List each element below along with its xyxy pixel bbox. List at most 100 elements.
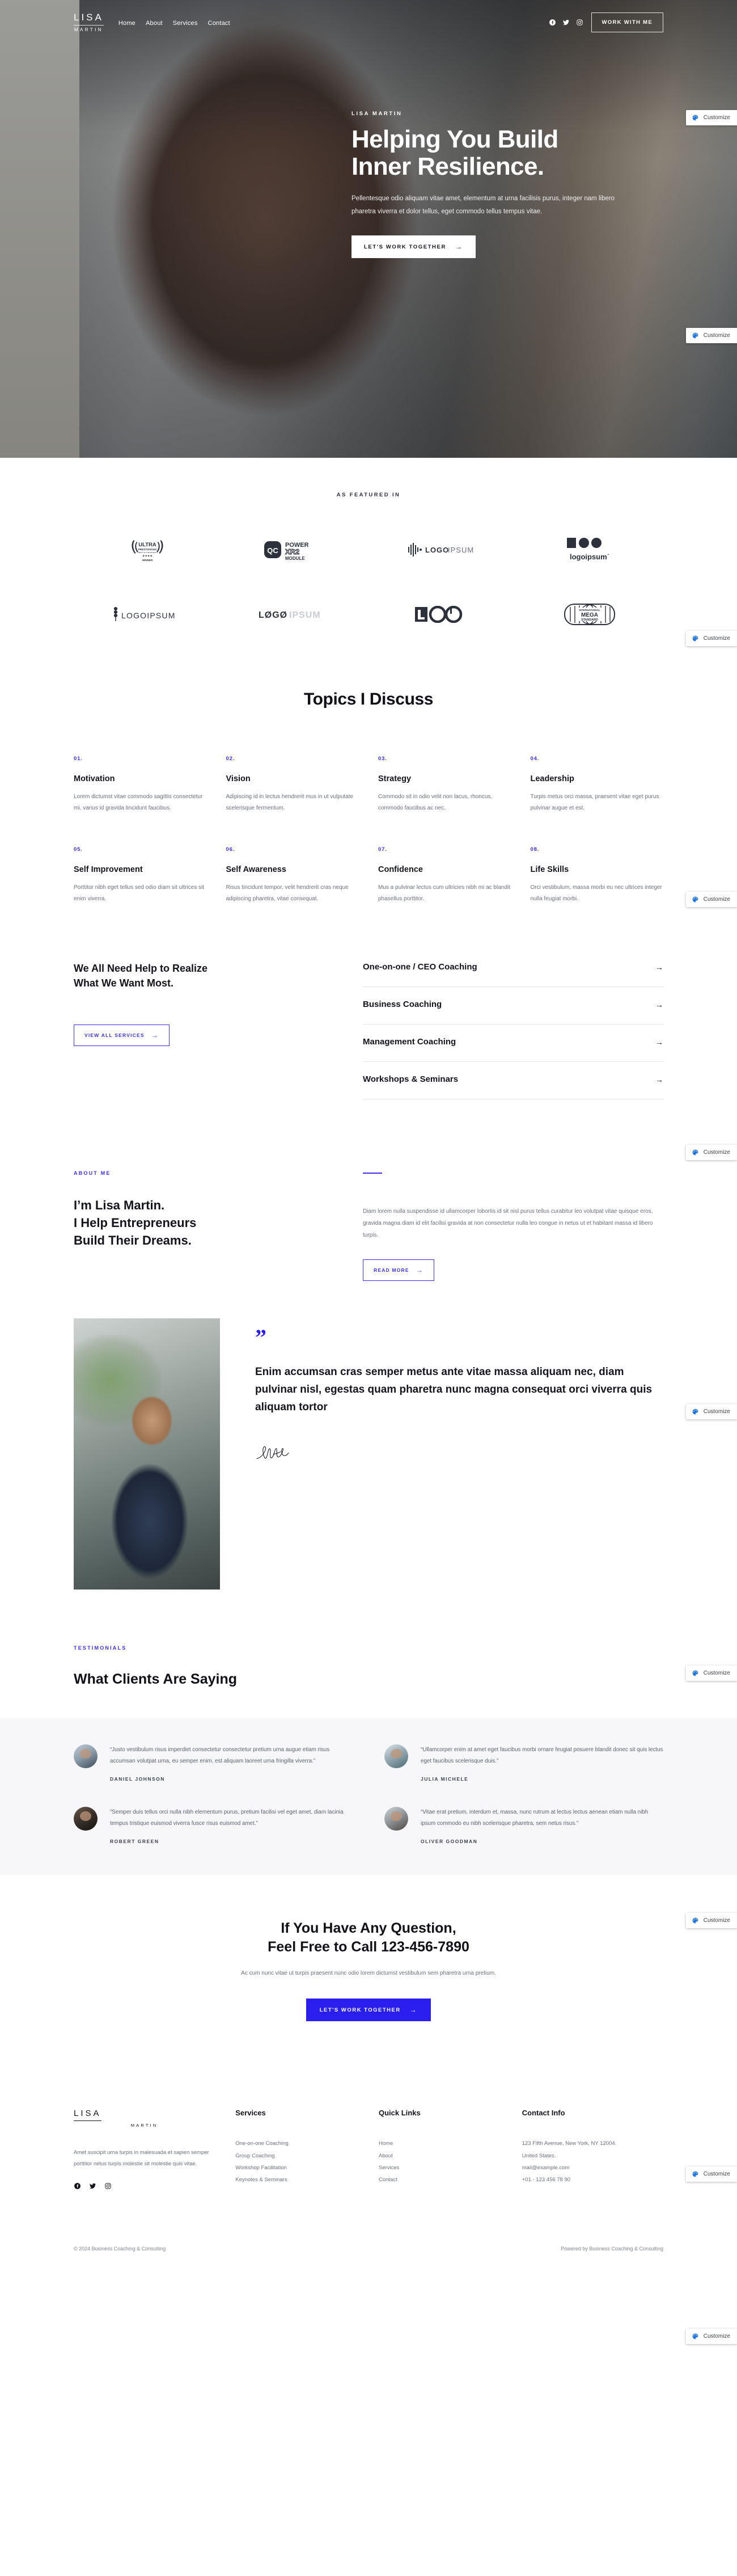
customize-badge[interactable]: Customize [685, 328, 737, 343]
customize-label: Customize [703, 896, 730, 903]
arrow-right-icon: → [455, 243, 463, 251]
footer-link[interactable]: Home [379, 2137, 502, 2149]
customize-badge[interactable]: Customize [685, 1913, 737, 1928]
customize-badge[interactable]: Customize [685, 110, 737, 125]
instagram-icon[interactable] [104, 2182, 112, 2193]
customize-badge[interactable]: Customize [685, 2329, 737, 2344]
footer-link[interactable]: Workshop Facilitation [235, 2162, 358, 2174]
customize-badge[interactable]: Customize [685, 1666, 737, 1681]
customize-badge[interactable]: Customize [685, 1404, 737, 1419]
footer-brand-column: LISA MARTIN Amet suscipit urna turpis in… [74, 2109, 215, 2192]
nav-item-about[interactable]: About [146, 20, 163, 27]
page-root: LISA MARTIN Home About Services Contact [0, 0, 737, 2344]
cta-section: If You Have Any Question, Feel Free to C… [0, 1875, 737, 2182]
hero-cta-button[interactable]: LET'S WORK TOGETHER → [351, 235, 476, 259]
palette-icon [692, 332, 698, 339]
customize-badge[interactable]: Customize [685, 2166, 737, 2182]
service-item-management-coaching[interactable]: Management Coaching → [363, 1025, 663, 1062]
avatar [74, 1744, 98, 1768]
about-title: I’m Lisa Martin. I Help Entrepreneurs Bu… [74, 1196, 317, 1250]
topic-card: 03. Strategy Commodo sit in odio velit n… [378, 756, 511, 813]
hero-title: Helping You Build Inner Resilience. [351, 126, 669, 180]
facebook-icon[interactable] [74, 2182, 81, 2193]
quote-section: ” Enim accumsan cras semper metus ante v… [0, 1298, 737, 1681]
svg-text:STANDARD: STANDARD [581, 618, 598, 622]
topic-number: 05. [74, 846, 83, 853]
twitter-icon[interactable] [89, 2182, 96, 2193]
powered-by-text: Powered by Business Coaching & Consultin… [561, 2245, 663, 2252]
service-item-workshops-seminars[interactable]: Workshops & Seminars → [363, 1062, 663, 1099]
footer-contact-address: 123 Fifth Avenue, New York, NY 12004. [522, 2140, 617, 2147]
cta-title-line1: If You Have Any Question, [281, 1920, 456, 1937]
svg-text:XR2: XR2 [285, 547, 299, 556]
footer-column-heading: Services [235, 2109, 266, 2118]
instagram-icon[interactable] [576, 19, 583, 26]
testimonial-quote: “Ullamcorper enim at amet eget faucibus … [421, 1747, 663, 1765]
logoipsum-bars-logo: LOGO IPSUM [408, 537, 476, 563]
footer-contact-email[interactable]: mail@example.com [522, 2162, 663, 2174]
footer-link[interactable]: One-on-one Coaching [235, 2137, 358, 2149]
work-with-me-button[interactable]: WORK WITH ME [591, 12, 663, 32]
svg-text:WINNER: WINNER [142, 559, 153, 562]
customize-badge[interactable]: Customize [685, 631, 737, 646]
testimonial-card: “Vitae erat pretium, interdum et, massa,… [384, 1807, 663, 1844]
twitter-icon[interactable] [562, 19, 570, 26]
service-label: Workshops & Seminars [363, 1074, 459, 1084]
arrow-right-icon: → [655, 1037, 663, 1047]
customize-label: Customize [703, 1409, 730, 1415]
palette-icon [692, 115, 698, 121]
footer-link[interactable]: Group Coaching [235, 2150, 358, 2162]
site-logo[interactable]: LISA MARTIN [74, 12, 104, 32]
palette-icon [692, 635, 698, 642]
footer-contact-phone[interactable]: +01 - 123 456 78 90 [522, 2174, 663, 2186]
topic-title: Life Skills [530, 865, 569, 874]
topic-card: 02. Vision Adipiscing id in lectus hendr… [226, 756, 359, 813]
topic-text: Mus a pulvinar lectus cum ultricies nibh… [378, 884, 510, 902]
read-more-label: READ MORE [374, 1267, 409, 1273]
service-item-business-coaching[interactable]: Business Coaching → [363, 987, 663, 1025]
logo-outline-logo [415, 601, 469, 627]
nav-item-contact[interactable]: Contact [208, 20, 230, 27]
avatar [384, 1807, 408, 1831]
about-section: ABOUT ME I’m Lisa Martin. I Help Entrepr… [0, 1139, 737, 1419]
topic-text: Risus tincidunt tempor, velit hendrerit … [226, 884, 349, 902]
view-all-services-label: VIEW ALL SERVICES [84, 1032, 145, 1039]
service-item-one-on-one[interactable]: One-on-one / CEO Coaching → [363, 961, 663, 987]
testimonial-quote: “Semper duis tellus orci nulla nibh elem… [110, 1809, 344, 1827]
featured-logo-grid: ULTRA PRESTIGIOUS BEST OF THE WORLD ★★★★… [74, 537, 663, 627]
facebook-icon[interactable] [549, 19, 556, 26]
topic-title: Strategy [378, 774, 412, 783]
svg-text:MODULE: MODULE [285, 556, 305, 561]
topic-title: Self Awareness [226, 865, 286, 874]
svg-text:ULTRA: ULTRA [138, 542, 156, 548]
read-more-button[interactable]: READ MORE → [363, 1259, 434, 1281]
svg-text:LOGOIPSUM: LOGOIPSUM [121, 611, 176, 620]
footer-link[interactable]: Contact [379, 2174, 502, 2186]
services-heading-line2: What We Want Most. [74, 977, 173, 989]
footer-link[interactable]: Keynotes & Seminars [235, 2174, 358, 2186]
logoipsum-wheat-logo: LOGOIPSUM [112, 601, 183, 627]
testimonial-quote: “Vitae erat pretium, interdum et, massa,… [421, 1809, 649, 1827]
services-heading: We All Need Help to Realize What We Want… [74, 961, 317, 990]
topics-heading: Topics I Discuss [303, 690, 434, 709]
footer-logo[interactable]: LISA MARTIN [74, 2109, 215, 2128]
footer-column-services: Services One-on-one Coaching Group Coach… [235, 2109, 358, 2192]
footer-social-links [74, 2182, 215, 2193]
cta-button[interactable]: LET'S WORK TOGETHER → [306, 1999, 431, 2022]
logoipsum-shapes-logo: logoipsum˙ [562, 537, 617, 563]
hero-eyebrow: LISA MARTIN [351, 111, 403, 117]
about-title-line3: Build Their Dreams. [74, 1233, 192, 1248]
nav-item-home[interactable]: Home [118, 20, 135, 27]
customize-label: Customize [703, 332, 730, 339]
topic-card: 08. Life Skills Orci vestibulum, massa m… [531, 846, 664, 904]
customize-badge[interactable]: Customize [685, 892, 737, 907]
view-all-services-button[interactable]: VIEW ALL SERVICES → [74, 1025, 170, 1047]
nav-item-services[interactable]: Services [173, 20, 198, 27]
svg-text:logoipsum˙: logoipsum˙ [570, 553, 609, 561]
footer-link[interactable]: About [379, 2150, 502, 2162]
customize-badge[interactable]: Customize [685, 1145, 737, 1160]
testimonials-eyebrow: TESTIMONIALS [74, 1645, 127, 1651]
footer-link[interactable]: Services [379, 2162, 502, 2174]
topic-text: Commodo sit in odio velit non lacus, rho… [378, 794, 493, 811]
topic-card: 07. Confidence Mus a pulvinar lectus cum… [378, 846, 511, 904]
